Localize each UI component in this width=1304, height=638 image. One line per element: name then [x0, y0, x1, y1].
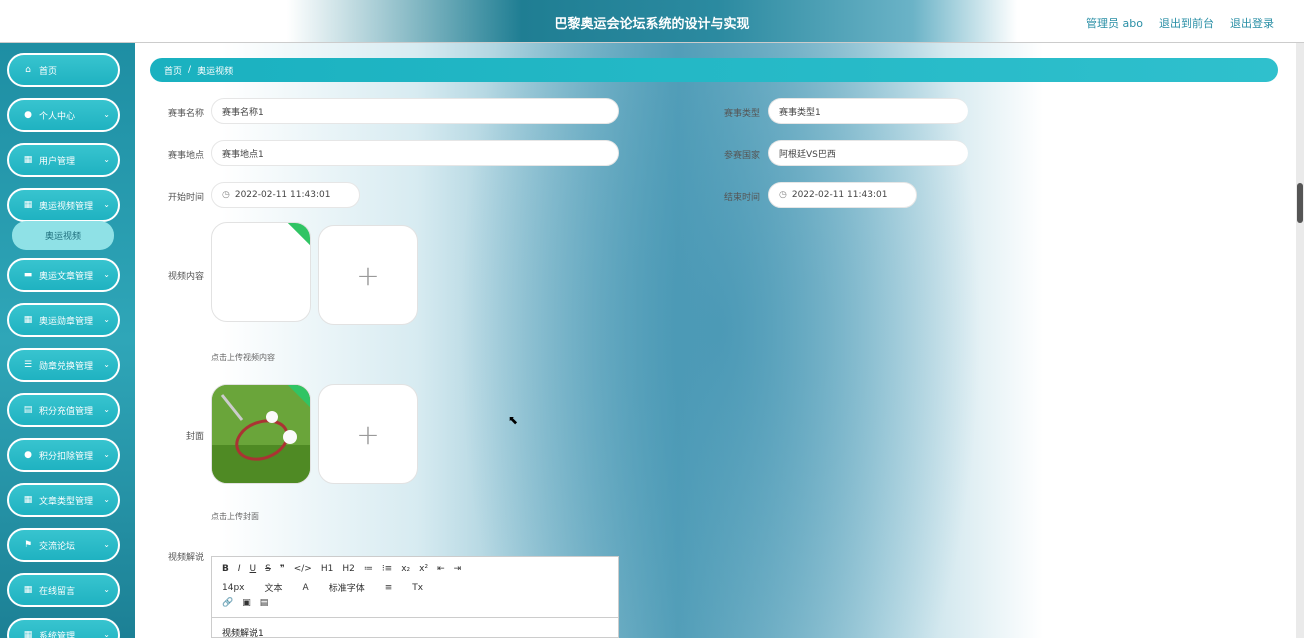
video-icon[interactable]: ▤ — [260, 598, 269, 608]
page-scrollbar[interactable] — [1296, 43, 1304, 638]
bold-button[interactable]: B — [222, 564, 229, 574]
end-time-picker[interactable]: ◷ 2022-02-11 11:43:01 — [768, 182, 917, 208]
start-time-picker[interactable]: ◷ 2022-02-11 11:43:01 — [211, 182, 360, 208]
scrollbar-thumb[interactable] — [1297, 183, 1303, 223]
ordered-list-button[interactable]: ≔ — [364, 564, 373, 574]
event-place-label: 赛事地点 — [167, 151, 204, 161]
cover-label: 封面 — [185, 432, 204, 442]
strike-button[interactable]: S — [265, 564, 271, 574]
italic-button[interactable]: I — [238, 564, 241, 574]
start-time-value: 2022-02-11 11:43:01 — [234, 190, 331, 200]
video-content-label: 视频内容 — [167, 272, 204, 282]
font-color-icon[interactable]: A — [303, 583, 309, 593]
mouse-cursor-icon: ⬉ — [508, 413, 519, 427]
admin-label[interactable]: 管理员 abo — [1086, 15, 1143, 31]
cover-upload-hint: 点击上传封面 — [211, 512, 259, 521]
align-icon[interactable]: ≡ — [385, 583, 393, 593]
back-front-link[interactable]: 退出到前台 — [1159, 15, 1214, 31]
clear-format-icon[interactable]: Tx — [412, 583, 423, 593]
code-button[interactable]: </> — [294, 564, 312, 574]
cover-image[interactable] — [211, 384, 311, 484]
event-name-input[interactable]: 赛事名称1 — [211, 98, 619, 124]
top-header: 巴黎奥运会论坛系统的设计与实现 管理员 abo 退出到前台 退出登录 — [0, 0, 1304, 43]
event-type-input[interactable]: 赛事类型1 — [768, 98, 968, 124]
end-time-label: 结束时间 — [723, 193, 760, 203]
editor-divider — [212, 617, 618, 618]
header-actions: 管理员 abo 退出到前台 退出登录 — [1086, 15, 1274, 31]
image-icon[interactable]: ▣ — [242, 598, 251, 608]
underline-button[interactable]: U — [250, 564, 257, 574]
font-size-select[interactable]: 14px — [222, 583, 245, 593]
text-style-select[interactable]: 文本 — [265, 581, 283, 594]
bullet-list-button[interactable]: ⁝≡ — [382, 564, 392, 574]
plus-icon: + — [356, 417, 380, 451]
editor-body[interactable]: 视频解说1 — [222, 626, 264, 638]
h1-button[interactable]: H1 — [321, 564, 334, 574]
badminton-image — [212, 385, 310, 483]
event-name-label: 赛事名称 — [167, 109, 204, 119]
video-thumbnail[interactable] — [211, 222, 311, 322]
rich-text-editor: B I U S ❞ </> H1 H2 ≔ ⁝≡ x₂ x² ⇤ ⇥ 14px … — [211, 556, 619, 638]
quote-button[interactable]: ❞ — [280, 564, 285, 574]
outdent-button[interactable]: ⇤ — [437, 564, 445, 574]
countries-label: 参赛国家 — [723, 151, 760, 161]
event-type-label: 赛事类型 — [723, 109, 760, 119]
link-icon[interactable]: 🔗 — [222, 598, 233, 608]
plus-icon: + — [356, 258, 380, 292]
logout-link[interactable]: 退出登录 — [1230, 15, 1274, 31]
clock-icon: ◷ — [779, 190, 787, 200]
editor-toolbar-row1: B I U S ❞ </> H1 H2 ≔ ⁝≡ x₂ x² ⇤ ⇥ — [222, 564, 461, 574]
form-area: 赛事名称 赛事名称1 赛事类型 赛事类型1 赛事地点 赛事地点1 参赛国家 阿根… — [0, 0, 1304, 638]
start-time-label: 开始时间 — [167, 193, 204, 203]
event-place-input[interactable]: 赛事地点1 — [211, 140, 619, 166]
subscript-button[interactable]: x₂ — [401, 564, 410, 574]
h2-button[interactable]: H2 — [342, 564, 355, 574]
editor-toolbar-row3: 🔗 ▣ ▤ — [222, 598, 268, 608]
cover-upload-button[interactable]: + — [318, 384, 418, 484]
font-family-select[interactable]: 标准字体 — [329, 581, 365, 594]
video-upload-button[interactable]: + — [318, 225, 418, 325]
end-time-value: 2022-02-11 11:43:01 — [791, 190, 888, 200]
editor-toolbar-row2: 14px 文本 A 标准字体 ≡ Tx — [222, 581, 423, 595]
superscript-button[interactable]: x² — [419, 564, 428, 574]
description-label: 视频解说 — [167, 553, 204, 563]
video-upload-hint: 点击上传视频内容 — [211, 353, 275, 362]
clock-icon: ◷ — [222, 190, 230, 200]
success-badge — [286, 223, 310, 247]
indent-button[interactable]: ⇥ — [454, 564, 462, 574]
countries-input[interactable]: 阿根廷VS巴西 — [768, 140, 968, 166]
